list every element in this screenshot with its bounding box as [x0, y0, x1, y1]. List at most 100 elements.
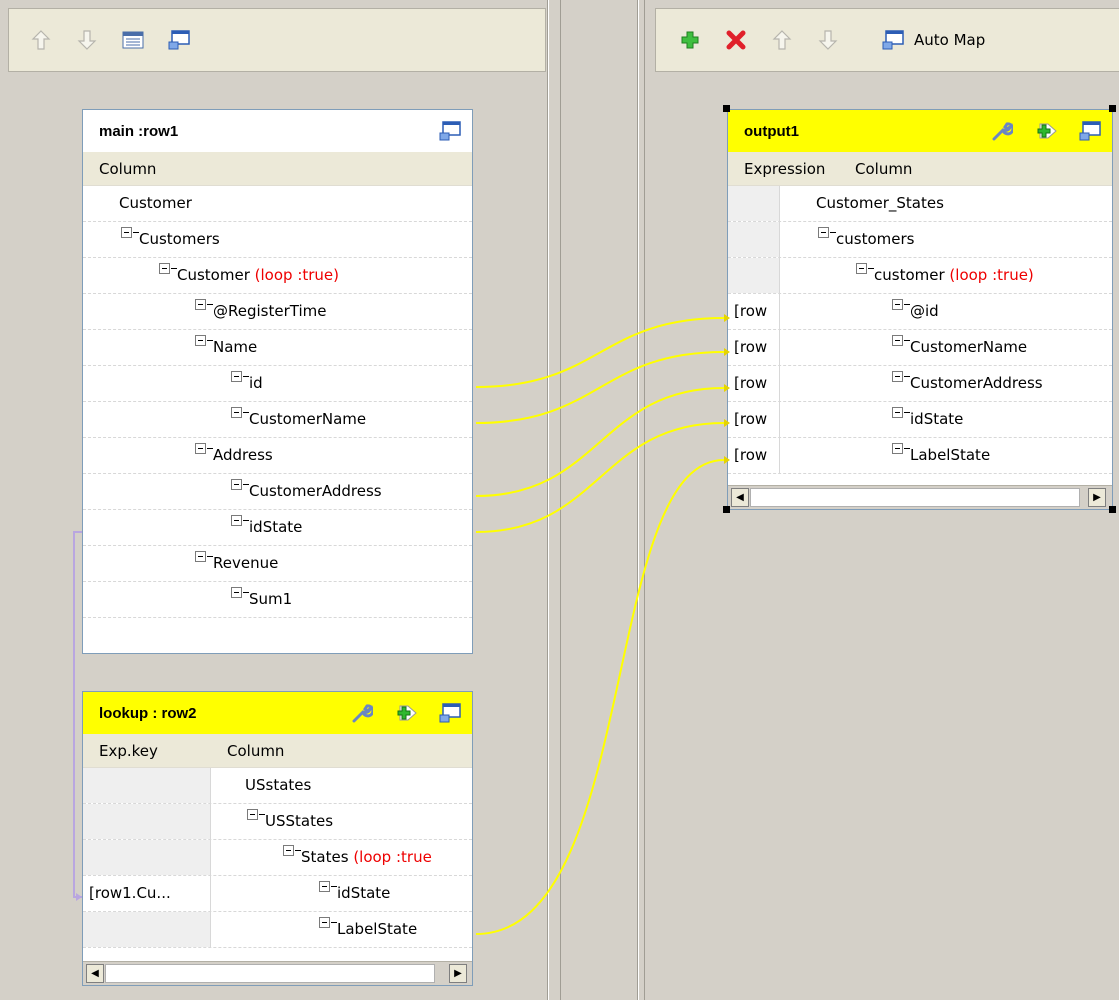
- tree-row[interactable]: LabelState: [83, 912, 472, 948]
- tree-row[interactable]: [row idState: [728, 402, 1112, 438]
- scroll-right-icon[interactable]: ▶: [1088, 488, 1106, 507]
- collapse-node-icon[interactable]: [892, 371, 903, 382]
- collapse-node-icon[interactable]: [231, 479, 242, 490]
- collapse-node-icon[interactable]: [195, 551, 206, 562]
- tree-row[interactable]: customer (loop :true): [728, 258, 1112, 294]
- selection-handle[interactable]: [723, 506, 730, 513]
- auto-map-button[interactable]: Auto Map: [882, 30, 985, 50]
- expression-cell[interactable]: [row: [728, 330, 780, 365]
- pane-splitter-left[interactable]: [548, 0, 560, 1000]
- tree-node-label: Address: [213, 446, 273, 464]
- main-column-header: Column: [83, 152, 472, 186]
- collapse-node-icon[interactable]: [195, 299, 206, 310]
- move-up-button[interactable]: [29, 28, 53, 52]
- node-name: USstates: [245, 776, 312, 794]
- tree-row[interactable]: Customers: [83, 222, 472, 258]
- tree-row[interactable]: [row LabelState: [728, 438, 1112, 474]
- selection-handle[interactable]: [1109, 105, 1116, 112]
- lookup-input-table[interactable]: lookup : row2 Exp.key Column USstates US…: [82, 691, 473, 986]
- scrollbar-thumb[interactable]: [750, 488, 1080, 507]
- collapse-node-icon[interactable]: [892, 443, 903, 454]
- selection-handle[interactable]: [1109, 506, 1116, 513]
- collapse-node-icon[interactable]: [231, 515, 242, 526]
- collapse-node-icon[interactable]: [159, 263, 170, 274]
- main-minimize-button[interactable]: [438, 119, 462, 143]
- collapse-node-icon[interactable]: [319, 881, 330, 892]
- main-input-table[interactable]: main :row1 Column Customer Customers Custo…: [82, 109, 473, 654]
- tree-row[interactable]: Address: [83, 438, 472, 474]
- tree-node-label: idState: [249, 518, 302, 536]
- tree-row[interactable]: States (loop :true: [83, 840, 472, 876]
- expression-cell[interactable]: [83, 804, 211, 839]
- tree-row[interactable]: id: [83, 366, 472, 402]
- collapse-node-icon[interactable]: [283, 845, 294, 856]
- output-settings-button[interactable]: [990, 119, 1014, 143]
- selection-handle[interactable]: [723, 105, 730, 112]
- expression-cell[interactable]: [728, 222, 780, 257]
- table-view-button[interactable]: [121, 28, 145, 52]
- move-down-output-button[interactable]: [816, 28, 840, 52]
- collapse-node-icon[interactable]: [892, 407, 903, 418]
- expression-cell[interactable]: [row1.Cu...: [83, 876, 211, 911]
- scrollbar-thumb[interactable]: [105, 964, 435, 983]
- expression-cell[interactable]: [row: [728, 366, 780, 401]
- collapse-node-icon[interactable]: [856, 263, 867, 274]
- tree-row[interactable]: idState: [83, 510, 472, 546]
- tree-row[interactable]: Sum1: [83, 582, 472, 618]
- add-output-button[interactable]: [678, 28, 702, 52]
- scroll-left-icon[interactable]: ◀: [86, 964, 104, 983]
- expression-cell[interactable]: [row: [728, 438, 780, 473]
- tree-node-label: Customer: [119, 194, 192, 212]
- collapse-node-icon[interactable]: [195, 443, 206, 454]
- lookup-settings-button[interactable]: [350, 701, 374, 725]
- remove-output-button[interactable]: [724, 28, 748, 52]
- output-table[interactable]: output1 Expression Column Customer_State…: [727, 109, 1113, 510]
- expression-cell[interactable]: [row: [728, 294, 780, 329]
- tree-row[interactable]: Customer_States: [728, 186, 1112, 222]
- minimize-all-button[interactable]: [167, 28, 191, 52]
- collapse-node-icon[interactable]: [892, 335, 903, 346]
- tree-row[interactable]: CustomerName: [83, 402, 472, 438]
- tree-row[interactable]: Revenue: [83, 546, 472, 582]
- tree-row[interactable]: @RegisterTime: [83, 294, 472, 330]
- output-horizontal-scrollbar[interactable]: ◀ ▶: [728, 485, 1112, 509]
- collapse-node-icon[interactable]: [121, 227, 132, 238]
- tree-row[interactable]: [row CustomerName: [728, 330, 1112, 366]
- expression-cell[interactable]: [83, 768, 211, 803]
- collapse-node-icon[interactable]: [818, 227, 829, 238]
- scroll-right-icon[interactable]: ▶: [449, 964, 467, 983]
- collapse-node-icon[interactable]: [231, 371, 242, 382]
- move-up-output-button[interactable]: [770, 28, 794, 52]
- node-name: CustomerAddress: [249, 482, 382, 500]
- collapse-node-icon[interactable]: [195, 335, 206, 346]
- expression-cell[interactable]: [83, 840, 211, 875]
- output-add-filter-button[interactable]: [1034, 119, 1058, 143]
- expression-cell[interactable]: [728, 186, 780, 221]
- move-down-button[interactable]: [75, 28, 99, 52]
- collapse-node-icon[interactable]: [892, 299, 903, 310]
- node-name: CustomerName: [249, 410, 367, 428]
- output-minimize-button[interactable]: [1078, 119, 1102, 143]
- tree-row[interactable]: USStates: [83, 804, 472, 840]
- collapse-node-icon[interactable]: [231, 407, 242, 418]
- expression-cell[interactable]: [83, 912, 211, 947]
- tree-row[interactable]: [row CustomerAddress: [728, 366, 1112, 402]
- expression-cell[interactable]: [row: [728, 402, 780, 437]
- collapse-node-icon[interactable]: [319, 917, 330, 928]
- tree-row[interactable]: Name: [83, 330, 472, 366]
- tree-row[interactable]: [row @id: [728, 294, 1112, 330]
- lookup-horizontal-scrollbar[interactable]: ◀ ▶: [83, 961, 472, 985]
- tree-row[interactable]: [row1.Cu... idState: [83, 876, 472, 912]
- scroll-left-icon[interactable]: ◀: [731, 488, 749, 507]
- tree-row[interactable]: CustomerAddress: [83, 474, 472, 510]
- tree-row[interactable]: USstates: [83, 768, 472, 804]
- expression-cell[interactable]: [728, 258, 780, 293]
- node-name: Customers: [139, 230, 220, 248]
- lookup-add-filter-button[interactable]: [394, 701, 418, 725]
- tree-row[interactable]: Customer: [83, 186, 472, 222]
- tree-row[interactable]: Customer (loop :true): [83, 258, 472, 294]
- collapse-node-icon[interactable]: [231, 587, 242, 598]
- collapse-node-icon[interactable]: [247, 809, 258, 820]
- lookup-minimize-button[interactable]: [438, 701, 462, 725]
- tree-row[interactable]: customers: [728, 222, 1112, 258]
